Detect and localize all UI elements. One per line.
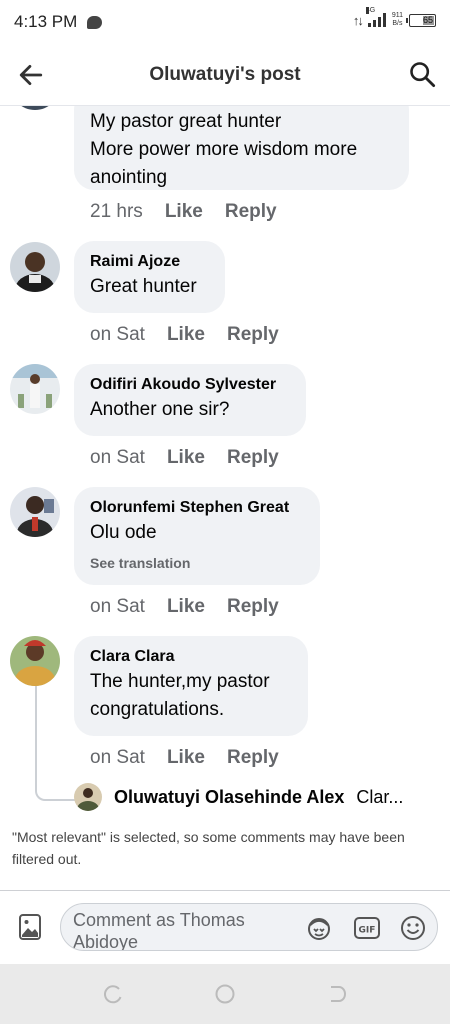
like-button[interactable]: Like — [167, 324, 205, 346]
reply-button[interactable]: Reply — [227, 447, 279, 469]
reply-preview[interactable]: Oluwatuyi Olasehinde Alex Clar... — [74, 783, 444, 811]
network-speed: 911 B/s — [392, 12, 403, 28]
comment-text: Another one sir? — [90, 399, 230, 420]
comments-list: My pastor great hunter More power more w… — [0, 106, 450, 890]
network-speed-unit: B/s — [392, 20, 403, 27]
commenter-avatar[interactable] — [10, 242, 60, 292]
commenter-avatar[interactable] — [10, 106, 60, 110]
comment-actions: on Sat Like Reply — [90, 324, 279, 346]
comment-text: Great hunter — [90, 276, 197, 297]
data-transfer-icon: ↑↓ — [352, 12, 364, 28]
comment-text: The hunter,my pastor — [90, 671, 270, 692]
comment-time: on Sat — [90, 324, 145, 345]
like-button[interactable]: Like — [167, 596, 205, 618]
avatar-sticker-icon[interactable] — [305, 914, 333, 942]
chat-notification-icon — [87, 15, 103, 29]
commenter-avatar[interactable] — [10, 636, 60, 686]
comment-author[interactable]: Olorunfemi Stephen Great — [90, 497, 304, 519]
reply-button[interactable]: Reply — [227, 324, 279, 346]
comment-time: 21 hrs — [90, 201, 143, 222]
comment-bubble[interactable]: Odifiri Akoudo Sylvester Another one sir… — [74, 364, 306, 436]
home-icon[interactable] — [214, 983, 236, 1005]
post-header: Oluwatuyi's post — [0, 44, 450, 106]
signal-icon: 4G — [365, 7, 386, 27]
comment-time: on Sat — [90, 596, 145, 617]
comment-placeholder: Comment as Thomas Abidoye — [73, 910, 245, 951]
status-bar: 4:13 PM ↑↓ 4G 911 B/s 65 — [0, 0, 450, 44]
comment-bubble[interactable]: Clara Clara The hunter,my pastor congrat… — [74, 636, 308, 736]
like-button[interactable]: Like — [167, 447, 205, 469]
raimi-avatar-image — [10, 242, 60, 292]
filter-notice: "Most relevant" is selected, so some com… — [12, 829, 405, 867]
system-nav-bar — [0, 964, 450, 1024]
comment-author[interactable]: Raimi Ajoze — [90, 251, 209, 273]
see-translation-link[interactable]: See translation — [90, 555, 304, 571]
recent-apps-icon[interactable] — [102, 983, 124, 1005]
reply-button[interactable]: Reply — [225, 201, 277, 223]
battery-icon: 65 — [406, 13, 436, 27]
commenter-avatar[interactable] — [10, 487, 60, 537]
comment-input[interactable]: Comment as Thomas Abidoye GIF — [60, 903, 438, 951]
reply-button[interactable]: Reply — [227, 747, 279, 769]
comment-text: More power more wisdom more anointing — [90, 139, 358, 188]
reply-snippet: Clar... — [356, 786, 404, 807]
olorunfemi-avatar-image — [10, 487, 60, 537]
arrow-left-icon[interactable] — [18, 62, 44, 88]
comment-bubble[interactable]: Raimi Ajoze Great hunter — [74, 241, 225, 313]
comment-text: congratulations. — [90, 699, 225, 720]
comment-author[interactable]: Clara Clara — [90, 646, 292, 668]
comment-text: My pastor great hunter — [90, 111, 282, 132]
comment-bubble[interactable]: Olorunfemi Stephen Great Olu ode See tra… — [74, 487, 320, 585]
comment-actions: 21 hrs Like Reply — [90, 201, 277, 223]
status-indicators: ↑↓ 4G 911 B/s 65 — [352, 7, 436, 28]
network-speed-value: 911 — [391, 12, 403, 19]
battery-percent: 65 — [422, 15, 433, 25]
reply-thread-line — [35, 686, 75, 801]
clara-avatar-image — [10, 636, 60, 686]
comment-actions: on Sat Like Reply — [90, 447, 279, 469]
reply-button[interactable]: Reply — [227, 596, 279, 618]
status-time: 4:13 PM — [14, 12, 78, 31]
page-title: Oluwatuyi's post — [149, 63, 301, 85]
comment-text: Olu ode — [90, 522, 157, 543]
like-button[interactable]: Like — [167, 747, 205, 769]
comment-actions: on Sat Like Reply — [90, 747, 279, 769]
comment-actions: on Sat Like Reply — [90, 596, 279, 618]
gif-icon[interactable]: GIF — [353, 914, 381, 942]
comment-bubble[interactable]: My pastor great hunter More power more w… — [74, 106, 409, 190]
back-icon[interactable] — [326, 983, 348, 1005]
like-button[interactable]: Like — [165, 201, 203, 223]
comment-composer: Comment as Thomas Abidoye GIF — [0, 890, 450, 964]
commenter-avatar[interactable] — [10, 364, 60, 414]
reply-author-avatar — [74, 783, 102, 811]
comment-time: on Sat — [90, 447, 145, 468]
photo-icon[interactable] — [18, 913, 42, 941]
comment-author[interactable]: Odifiri Akoudo Sylvester — [90, 374, 290, 396]
emoji-icon[interactable] — [399, 914, 427, 942]
odifiri-avatar-image — [10, 364, 60, 414]
gif-label: GIF — [359, 926, 376, 936]
comment-time: on Sat — [90, 747, 145, 768]
network-type: 4G — [365, 7, 376, 14]
search-icon[interactable] — [408, 60, 436, 88]
oluwatuyi-avatar-image — [74, 783, 102, 811]
reply-author-name: Oluwatuyi Olasehinde Alex — [114, 786, 345, 807]
